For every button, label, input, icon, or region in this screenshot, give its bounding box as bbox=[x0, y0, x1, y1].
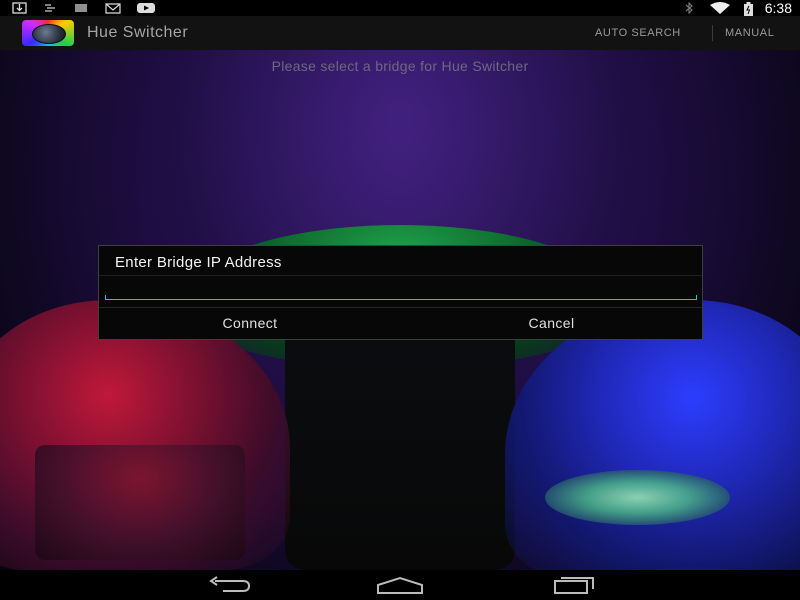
battery-icon bbox=[741, 2, 755, 16]
barcode-icon bbox=[74, 2, 90, 14]
action-bar: Hue Switcher AUTO SEARCH MANUAL bbox=[0, 16, 800, 50]
connect-button[interactable]: Connect bbox=[99, 308, 401, 339]
input-underline bbox=[105, 299, 697, 300]
red-bulb-base bbox=[35, 445, 245, 560]
notification-icons bbox=[12, 0, 155, 16]
blue-bulb-base bbox=[545, 470, 730, 525]
dialog-title: Enter Bridge IP Address bbox=[115, 254, 282, 271]
home-icon bbox=[377, 576, 423, 594]
system-icons: 6:38 bbox=[683, 0, 792, 16]
gmail-icon bbox=[105, 2, 121, 14]
download-icon bbox=[12, 2, 28, 14]
bridge-ip-input[interactable] bbox=[105, 282, 697, 304]
status-bar: 6:38 bbox=[0, 0, 800, 16]
app-title: Hue Switcher bbox=[87, 24, 189, 41]
recent-apps-icon bbox=[554, 577, 594, 594]
wifi-icon bbox=[709, 2, 731, 14]
auto-search-button[interactable]: AUTO SEARCH bbox=[595, 16, 681, 50]
home-button[interactable] bbox=[370, 570, 430, 600]
back-arrow-icon bbox=[209, 576, 251, 592]
recent-apps-button[interactable] bbox=[542, 570, 602, 600]
bluetooth-icon bbox=[683, 2, 699, 14]
app-screen: 6:38 Hue Switcher AUTO SEARCH MANUAL Ple… bbox=[0, 0, 800, 600]
cast-icon bbox=[43, 2, 59, 14]
navigation-bar bbox=[0, 570, 800, 600]
app-logo-icon[interactable] bbox=[22, 20, 74, 46]
youtube-icon bbox=[136, 2, 155, 14]
green-bulb-neck bbox=[285, 320, 515, 570]
bridge-ip-dialog: Enter Bridge IP Address Connect Cancel bbox=[98, 245, 703, 340]
bridge-prompt-text: Please select a bridge for Hue Switcher bbox=[271, 58, 529, 74]
divider bbox=[99, 275, 702, 276]
back-button[interactable] bbox=[198, 570, 258, 600]
input-underline-right-tick bbox=[696, 295, 697, 300]
clock: 6:38 bbox=[764, 0, 792, 16]
input-underline-left-tick bbox=[105, 295, 106, 300]
manual-button[interactable]: MANUAL bbox=[725, 16, 774, 50]
action-divider bbox=[712, 25, 713, 41]
cancel-button[interactable]: Cancel bbox=[401, 308, 702, 339]
